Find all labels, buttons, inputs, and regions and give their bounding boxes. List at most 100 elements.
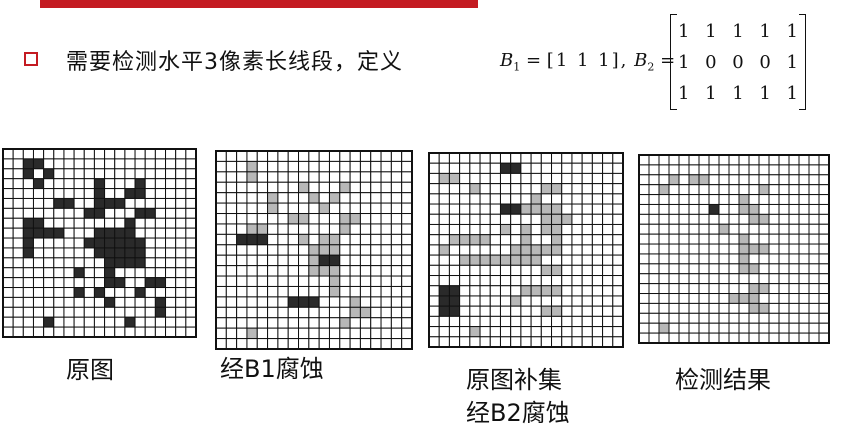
grid-cell: [267, 213, 279, 225]
grid-cell: [688, 283, 700, 295]
grid-cell: [267, 244, 279, 256]
grid-cell: [144, 296, 156, 308]
grid-cell: [561, 203, 573, 215]
grid-cell-black: [32, 178, 45, 190]
grid-cell: [678, 243, 690, 255]
grid-cell: [277, 181, 289, 194]
grid-cell: [798, 332, 810, 344]
grid-cell: [571, 326, 583, 338]
grid-cell: [225, 296, 238, 308]
grid-cell: [818, 194, 830, 205]
grid-cell: [287, 338, 300, 350]
grid-cell: [83, 296, 95, 308]
grid-cell: [370, 233, 382, 246]
grid-cell: [688, 273, 700, 285]
grid-cell-gray: [339, 181, 351, 194]
grid-cell: [114, 217, 126, 229]
grid-cell: [768, 312, 780, 324]
grid-cell: [380, 181, 392, 194]
caption-complement-line-1: 原图补集: [466, 366, 562, 394]
grid-cell: [277, 171, 289, 183]
grid-cell-gray: [510, 244, 522, 256]
grid-cell: [53, 247, 65, 259]
grid-cell: [256, 150, 269, 162]
grid-cell: [185, 287, 197, 298]
grid-cell: [134, 217, 146, 229]
grid-cell: [658, 164, 670, 176]
grid-cell: [459, 305, 471, 317]
grid-cell: [287, 327, 300, 340]
grid-cell: [2, 267, 14, 279]
grid-cell-gray: [489, 254, 501, 266]
grid-cell: [349, 160, 361, 173]
grid-cell: [489, 162, 501, 174]
grid-cell: [469, 244, 481, 256]
grid-cell: [778, 283, 790, 295]
grid-cell: [788, 243, 800, 255]
grid-cell: [185, 158, 197, 170]
grid-cell: [698, 263, 710, 275]
grid-cell: [708, 213, 720, 225]
grid-cell: [236, 306, 248, 319]
matrix-cell: 1: [678, 21, 690, 42]
grid-cell-black: [104, 257, 116, 269]
grid-cell: [758, 263, 770, 275]
matrix-left-bracket: [670, 14, 677, 110]
grid-cell: [93, 316, 106, 328]
grid-cell: [225, 338, 238, 350]
grid-cell: [390, 275, 403, 287]
grid-cell-gray: [339, 223, 351, 235]
grid-cell: [788, 302, 800, 314]
grid-cell: [349, 317, 361, 329]
grid-cell: [728, 164, 740, 176]
grid-cell: [571, 295, 583, 307]
grid-cell-black: [438, 295, 450, 307]
grid-cell: [154, 188, 167, 199]
grid-cell: [798, 263, 810, 275]
grid-cell: [581, 244, 593, 256]
grid-cell-gray: [359, 306, 372, 319]
grid-cell: [22, 188, 34, 199]
matrix-cell: 1: [678, 52, 690, 73]
grid-cell: [540, 295, 553, 307]
grid-cell-gray: [540, 285, 553, 297]
grid-cell: [758, 312, 770, 324]
grid-cell: [638, 253, 650, 265]
grid-cell: [308, 202, 320, 215]
grid-cell: [768, 283, 780, 295]
grid-cell: [459, 275, 471, 287]
grid-cell: [175, 287, 187, 298]
grid-cell: [165, 158, 177, 170]
grid-cell: [185, 188, 197, 199]
b1-symbol: B: [500, 50, 514, 71]
grid-cell: [658, 273, 670, 285]
grid-cell: [359, 171, 372, 183]
grid-cell: [144, 237, 156, 249]
grid-cell: [612, 193, 624, 205]
b2-subscript: 2: [647, 60, 655, 74]
grid-cell: [561, 275, 573, 287]
grid-cell-gray: [328, 275, 341, 287]
grid-cell-black: [93, 207, 106, 219]
grid-cell: [638, 263, 650, 275]
grid-cell: [798, 322, 810, 334]
grid-cell: [510, 264, 522, 277]
grid-cell: [708, 322, 720, 334]
grid-cell: [591, 326, 604, 338]
grid-cell: [185, 227, 197, 239]
grid-cell: [124, 296, 136, 308]
grid-cell: [469, 223, 481, 236]
grid-cell: [32, 277, 45, 289]
grid-cell-gray: [738, 194, 750, 205]
grid-cell: [359, 192, 372, 204]
b1-equals: =: [525, 50, 542, 71]
grid-cell: [225, 150, 238, 162]
grid-cell: [154, 247, 167, 259]
grid-cell: [728, 302, 740, 314]
grid-cell-gray: [530, 254, 542, 266]
grid-cell-gray: [349, 213, 361, 225]
matrix-cell: 1: [705, 21, 717, 42]
grid-cell: [2, 197, 14, 209]
grid-cell: [469, 305, 481, 317]
grid-cell: [591, 315, 604, 328]
